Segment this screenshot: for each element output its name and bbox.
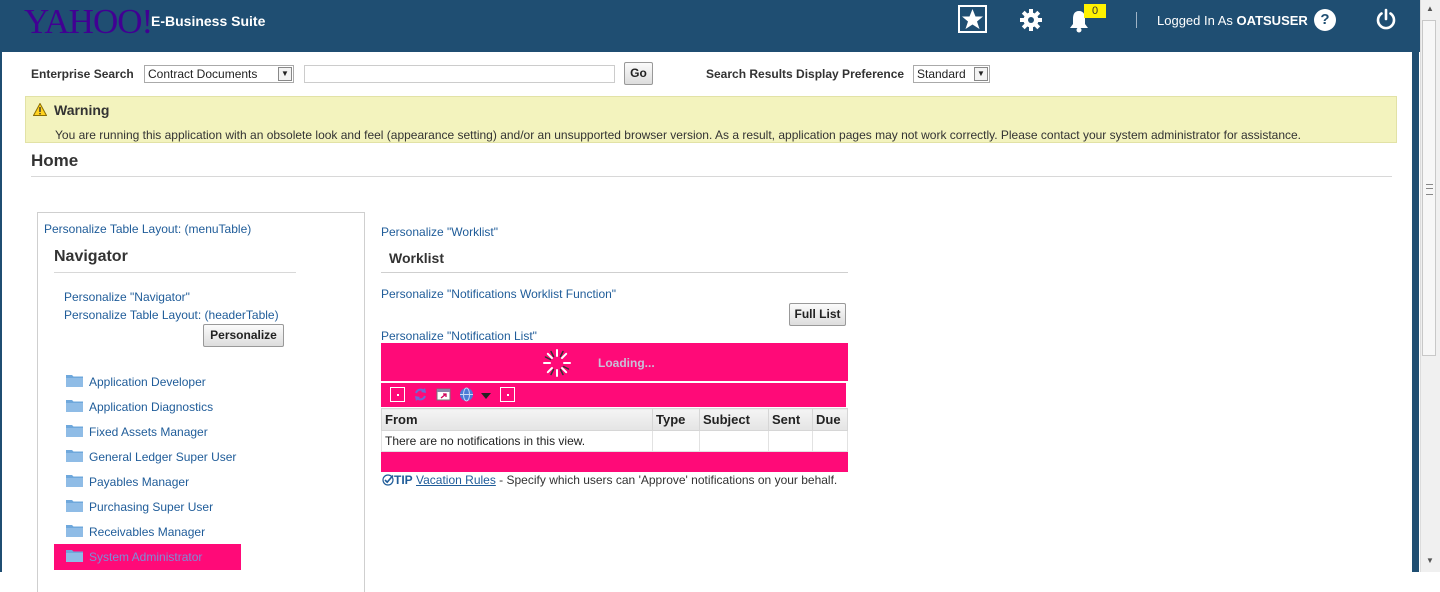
table-cell bbox=[699, 430, 769, 452]
folder-icon bbox=[66, 425, 83, 437]
personalize-notification-list-link[interactable]: Personalize "Notification List" bbox=[381, 329, 537, 343]
empty-table-message: There are no notifications in this view. bbox=[381, 430, 653, 452]
folder-icon bbox=[66, 550, 83, 562]
table-cell bbox=[812, 430, 848, 452]
nav-item-label[interactable]: Application Developer bbox=[89, 375, 206, 389]
page-title-divider bbox=[31, 176, 1392, 177]
logged-in-label: Logged In As bbox=[1157, 13, 1233, 28]
folder-icon bbox=[66, 500, 83, 512]
table-row: There are no notifications in this view. bbox=[381, 430, 848, 452]
column-header-subject[interactable]: Subject bbox=[699, 408, 769, 431]
help-icon[interactable]: ? bbox=[1314, 9, 1336, 31]
window-frame-left bbox=[0, 52, 2, 572]
folder-icon bbox=[66, 450, 83, 462]
tip-line: TIP Vacation Rules - Specify which users… bbox=[382, 473, 837, 487]
display-preference-value: Standard bbox=[917, 67, 966, 81]
chevron-down-icon[interactable]: ▼ bbox=[278, 67, 292, 81]
navigator-title: Navigator bbox=[54, 248, 128, 265]
folder-icon bbox=[66, 475, 83, 487]
warning-triangle-icon bbox=[32, 102, 48, 116]
yahoo-logo: YAHOO! bbox=[24, 2, 153, 41]
display-preference-label: Search Results Display Preference bbox=[706, 67, 905, 81]
nav-item-receivables-manager[interactable]: Receivables Manager bbox=[66, 521, 241, 543]
chevron-down-icon[interactable]: ▼ bbox=[974, 67, 988, 81]
nav-item-general-ledger-super-user[interactable]: General Ledger Super User bbox=[66, 446, 241, 468]
tip-text: - Specify which users can 'Approve' noti… bbox=[495, 473, 838, 487]
warning-message: You are running this application with an… bbox=[55, 128, 1302, 142]
nav-item-label[interactable]: General Ledger Super User bbox=[89, 450, 236, 464]
folder-icon bbox=[66, 525, 83, 537]
go-button[interactable]: Go bbox=[624, 62, 653, 85]
refresh-icon[interactable] bbox=[413, 387, 428, 402]
nav-item-label[interactable]: Application Diagnostics bbox=[89, 400, 213, 414]
nav-item-label[interactable]: Payables Manager bbox=[89, 475, 189, 489]
column-header-sent[interactable]: Sent bbox=[768, 408, 813, 431]
search-category-value: Contract Documents bbox=[148, 67, 258, 81]
nav-item-payables-manager[interactable]: Payables Manager bbox=[66, 471, 241, 493]
scrollbar-grip-icon bbox=[1426, 184, 1433, 195]
personalize-header-table-link[interactable]: Personalize Table Layout: (headerTable) bbox=[64, 308, 279, 322]
table-cell bbox=[768, 430, 813, 452]
personalize-notifications-worklist-function-link[interactable]: Personalize "Notifications Worklist Func… bbox=[381, 287, 616, 301]
nav-item-label[interactable]: Fixed Assets Manager bbox=[89, 425, 208, 439]
table-header-row: From Type Subject Sent Due bbox=[381, 408, 848, 431]
worklist-divider bbox=[381, 272, 848, 273]
warning-title: Warning bbox=[54, 102, 110, 118]
scroll-down-arrow-icon[interactable]: ▼ bbox=[1423, 556, 1437, 568]
nav-item-purchasing-super-user[interactable]: Purchasing Super User bbox=[66, 496, 241, 518]
worklist-title: Worklist bbox=[389, 250, 444, 266]
nav-item-system-administrator[interactable]: System Administrator bbox=[54, 544, 241, 570]
username: OATSUSER bbox=[1236, 13, 1308, 28]
search-input[interactable] bbox=[304, 65, 615, 83]
personalize-navigator-link[interactable]: Personalize "Navigator" bbox=[64, 290, 190, 304]
nav-item-application-developer[interactable]: Application Developer bbox=[66, 371, 241, 393]
notification-count-badge: 0 bbox=[1084, 4, 1106, 18]
nav-item-label[interactable]: Receivables Manager bbox=[89, 525, 205, 539]
folder-icon bbox=[66, 400, 83, 412]
nav-item-application-diagnostics[interactable]: Application Diagnostics bbox=[66, 396, 241, 418]
nav-item-label[interactable]: Purchasing Super User bbox=[89, 500, 213, 514]
favorites-star-icon[interactable] bbox=[958, 5, 987, 33]
notification-table: From Type Subject Sent Due There are no … bbox=[381, 408, 848, 452]
column-header-from[interactable]: From bbox=[381, 408, 653, 431]
search-category-select[interactable]: Contract Documents ▼ bbox=[144, 65, 294, 83]
tip-label: TIP bbox=[394, 473, 413, 487]
table-footer-bar bbox=[381, 452, 848, 472]
nav-item-label[interactable]: System Administrator bbox=[89, 550, 202, 564]
loading-text: Loading... bbox=[598, 356, 655, 370]
scroll-up-arrow-icon[interactable]: ▲ bbox=[1423, 4, 1437, 16]
window-frame-right bbox=[1412, 52, 1419, 572]
view-icon[interactable] bbox=[459, 387, 474, 402]
loading-spinner-icon bbox=[541, 347, 573, 379]
suite-name: E-Business Suite bbox=[151, 13, 266, 29]
select-none-icon[interactable] bbox=[500, 387, 515, 402]
nav-item-fixed-assets-manager[interactable]: Fixed Assets Manager bbox=[66, 421, 241, 443]
dropdown-arrow-icon[interactable] bbox=[481, 393, 491, 399]
page-title: Home bbox=[31, 151, 79, 170]
header-separator bbox=[1136, 12, 1137, 28]
logout-power-icon[interactable] bbox=[1375, 8, 1397, 30]
personalize-worklist-link[interactable]: Personalize "Worklist" bbox=[381, 225, 498, 239]
column-header-due[interactable]: Due bbox=[812, 408, 848, 431]
select-all-icon[interactable] bbox=[390, 387, 405, 402]
enterprise-search-label: Enterprise Search bbox=[31, 67, 134, 81]
checkmark-tip-icon bbox=[382, 474, 394, 486]
vacation-rules-link[interactable]: Vacation Rules bbox=[416, 473, 496, 487]
folder-icon bbox=[66, 375, 83, 387]
personalize-button[interactable]: Personalize bbox=[203, 324, 284, 347]
display-preference-select[interactable]: Standard ▼ bbox=[913, 65, 990, 83]
table-cell bbox=[652, 430, 700, 452]
navigator-divider bbox=[54, 272, 296, 273]
column-header-type[interactable]: Type bbox=[652, 408, 700, 431]
full-list-button[interactable]: Full List bbox=[789, 303, 846, 326]
gear-icon[interactable] bbox=[1018, 7, 1044, 33]
logged-in-as: Logged In As OATSUSER bbox=[1157, 13, 1308, 28]
personalize-menu-table-link[interactable]: Personalize Table Layout: (menuTable) bbox=[44, 222, 251, 236]
detach-icon[interactable] bbox=[436, 387, 451, 402]
